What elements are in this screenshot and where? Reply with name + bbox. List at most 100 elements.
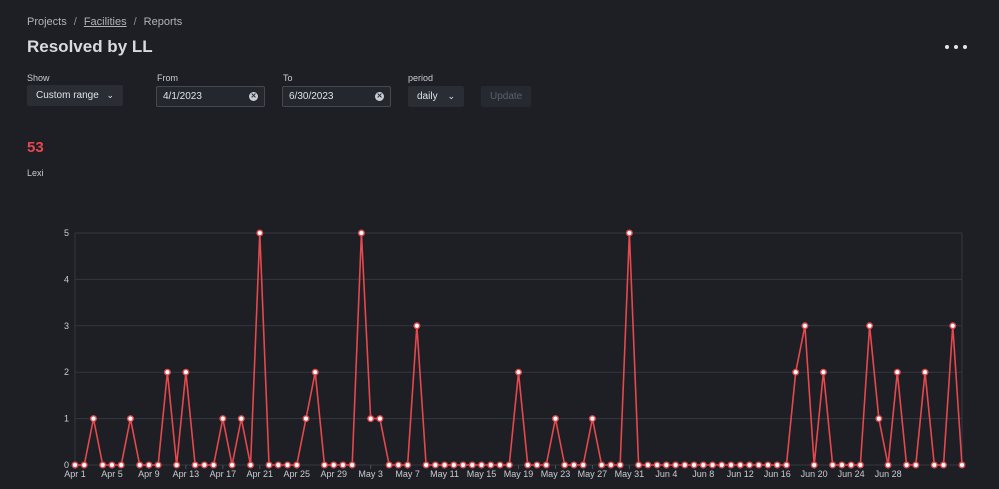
data-point: [468, 461, 476, 469]
x-tick-label: Jun 12: [727, 469, 754, 479]
data-point: [154, 461, 162, 469]
data-point: [921, 368, 929, 376]
series-line: [75, 232, 963, 466]
data-point: [422, 461, 430, 469]
data-point: [228, 461, 236, 469]
data-point: [247, 461, 255, 469]
data-point: [163, 368, 171, 376]
x-tick-label: May 31: [615, 469, 645, 479]
data-point: [219, 415, 227, 423]
data-point: [782, 461, 790, 469]
data-point: [653, 461, 661, 469]
data-point: [496, 461, 504, 469]
data-point: [311, 368, 319, 376]
data-point: [459, 461, 467, 469]
data-point: [884, 461, 892, 469]
data-point: [875, 415, 883, 423]
data-point: [80, 461, 88, 469]
data-point: [200, 461, 208, 469]
data-point: [89, 415, 97, 423]
data-point: [773, 461, 781, 469]
data-point: [487, 461, 495, 469]
data-point: [339, 461, 347, 469]
x-tick-label: May 3: [358, 469, 383, 479]
data-point: [764, 461, 772, 469]
data-point: [330, 461, 338, 469]
data-point: [191, 461, 199, 469]
data-point: [136, 461, 144, 469]
data-point: [930, 461, 938, 469]
x-tick-label: Jun 24: [838, 469, 865, 479]
data-point: [625, 229, 633, 237]
data-point: [348, 461, 356, 469]
data-point: [570, 461, 578, 469]
data-point: [551, 415, 559, 423]
data-point: [866, 322, 874, 330]
data-point: [126, 415, 134, 423]
data-point: [357, 229, 365, 237]
data-point: [801, 322, 809, 330]
x-tick-label: May 23: [541, 469, 571, 479]
data-point: [431, 461, 439, 469]
data-point: [367, 415, 375, 423]
x-tick-label: Apr 21: [247, 469, 274, 479]
data-point: [819, 368, 827, 376]
x-tick-label: Apr 17: [210, 469, 237, 479]
data-point: [644, 461, 652, 469]
data-point: [893, 368, 901, 376]
data-point: [265, 461, 273, 469]
data-point: [376, 415, 384, 423]
data-point: [588, 415, 596, 423]
x-tick-label: Apr 29: [320, 469, 347, 479]
data-point: [912, 461, 920, 469]
data-point: [145, 461, 153, 469]
data-point: [598, 461, 606, 469]
x-tick-label: Jun 4: [655, 469, 677, 479]
data-point: [561, 461, 569, 469]
data-point: [210, 461, 218, 469]
data-point: [727, 461, 735, 469]
data-point: [736, 461, 744, 469]
x-tick-label: Apr 13: [173, 469, 200, 479]
data-point: [173, 461, 181, 469]
x-tick-label: Jun 8: [692, 469, 714, 479]
x-tick-label: Apr 25: [283, 469, 310, 479]
data-point: [320, 461, 328, 469]
x-tick-label: Apr 1: [64, 469, 86, 479]
y-tick-label: 3: [64, 321, 69, 331]
data-point: [940, 461, 948, 469]
data-point: [404, 461, 412, 469]
data-point: [616, 461, 624, 469]
data-point: [662, 461, 670, 469]
data-point: [515, 368, 523, 376]
data-point: [755, 461, 763, 469]
data-point: [117, 461, 125, 469]
data-point: [284, 461, 292, 469]
data-point: [237, 415, 245, 423]
data-point: [958, 461, 966, 469]
data-point: [302, 415, 310, 423]
data-point: [99, 461, 107, 469]
x-tick-label: May 7: [395, 469, 420, 479]
data-point: [792, 368, 800, 376]
data-point: [607, 461, 615, 469]
data-point: [699, 461, 707, 469]
x-tick-label: Jun 28: [875, 469, 902, 479]
data-point: [450, 461, 458, 469]
data-point: [635, 461, 643, 469]
data-point: [524, 461, 532, 469]
x-tick-label: Apr 9: [138, 469, 160, 479]
data-point: [274, 461, 282, 469]
data-point: [108, 461, 116, 469]
data-point: [182, 368, 190, 376]
y-tick-label: 2: [64, 367, 69, 377]
data-point: [533, 461, 541, 469]
x-tick-label: May 27: [578, 469, 608, 479]
x-tick-label: Jun 20: [801, 469, 828, 479]
data-point: [394, 461, 402, 469]
data-point: [579, 461, 587, 469]
data-point: [71, 461, 79, 469]
data-point: [847, 461, 855, 469]
data-point: [478, 461, 486, 469]
data-point: [829, 461, 837, 469]
